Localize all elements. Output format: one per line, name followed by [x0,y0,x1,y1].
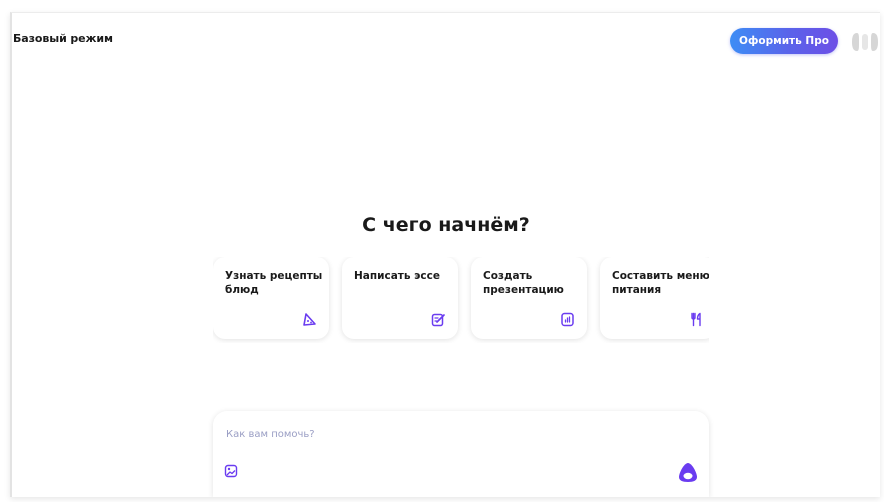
suggestion-card-label: Составить меню питания [612,270,709,296]
edit-note-icon [431,312,446,327]
user-avatar-icon [852,33,878,51]
alice-ring-icon [679,463,697,482]
mode-label: Базовый режим [13,32,113,45]
suggestion-card-label: Узнать рецепты блюд [225,270,323,296]
suggestion-cards: Узнать рецепты блюд Написать эссе Создат… [213,257,709,343]
avatar[interactable] [850,30,880,54]
app-window: Базовый режим Оформить Про С чего начнём… [10,12,880,497]
prompt-input[interactable] [224,424,688,444]
prompt-box [213,411,709,497]
suggestion-card-label: Создать презентацию [483,270,564,296]
suggestion-card-recipes[interactable]: Узнать рецепты блюд [213,257,329,339]
suggestion-card-presentation[interactable]: Создать презентацию [471,257,587,339]
alice-voice-button[interactable] [677,461,699,483]
suggestion-card-menu[interactable]: Составить меню питания [600,257,709,339]
fork-knife-icon [689,312,704,327]
attach-image-button[interactable] [223,463,239,479]
page-title: С чего начнём? [362,214,530,236]
suggestion-card-essay[interactable]: Написать эссе [342,257,458,339]
pizza-slice-icon [302,312,317,327]
presentation-chart-icon [560,312,575,327]
suggestion-card-label: Написать эссе [354,270,440,282]
image-attach-icon [224,464,238,478]
subscribe-pro-button[interactable]: Оформить Про [730,28,838,54]
